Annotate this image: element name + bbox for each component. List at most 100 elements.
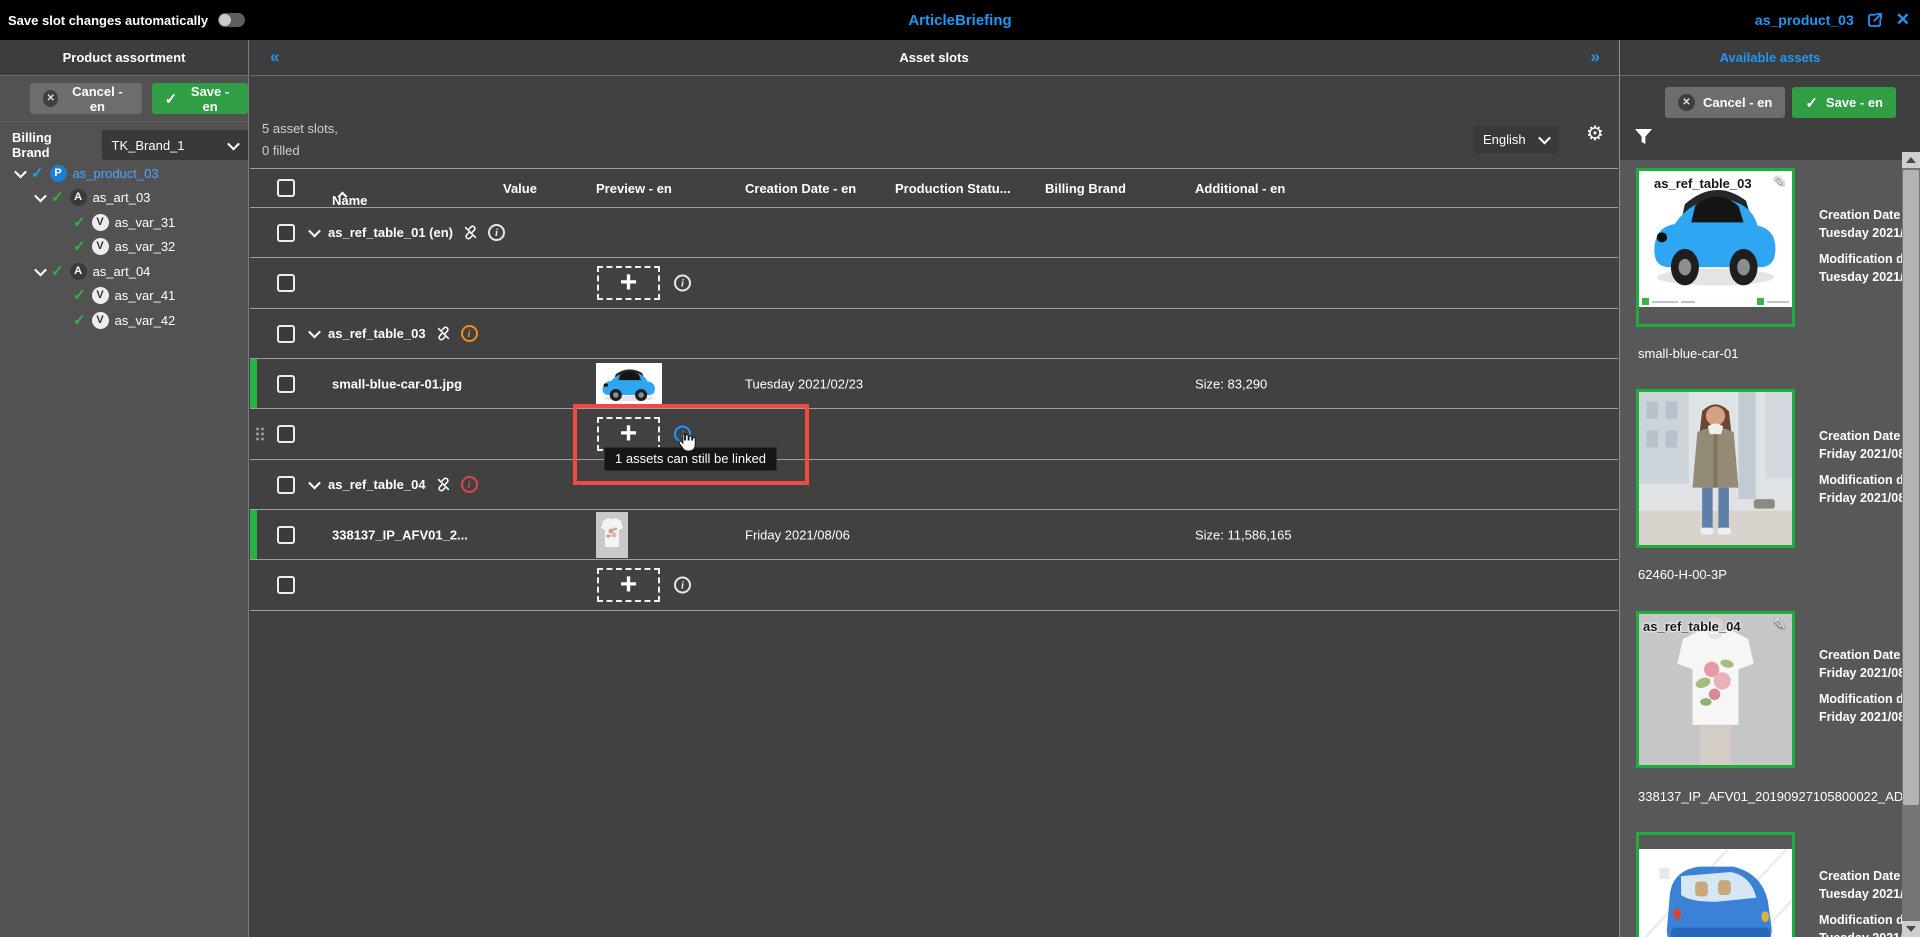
- right-panel-scrollbar[interactable]: [1902, 152, 1920, 937]
- column-header-preview[interactable]: Preview - en: [596, 181, 672, 196]
- chevron-down-icon[interactable]: [308, 326, 321, 339]
- context-product-label: as_product_03: [1755, 12, 1854, 28]
- asset-card-image[interactable]: as_ref_table_03 ✎: [1636, 168, 1795, 327]
- asset-additional-size: Size: 11,586,165: [1195, 527, 1292, 542]
- open-in-new-icon[interactable]: [1866, 11, 1884, 29]
- row-checkbox[interactable]: [277, 325, 295, 343]
- table-row-empty-slot-hovered[interactable]: + i: [250, 409, 1618, 460]
- tshirt-image: [596, 512, 628, 558]
- error-info-icon[interactable]: i: [461, 476, 478, 493]
- chevron-down-icon[interactable]: [34, 263, 47, 276]
- table-row-group[interactable]: as_ref_table_04 i: [250, 460, 1618, 510]
- asset-card-image[interactable]: [1636, 832, 1795, 937]
- expand-panel-icon[interactable]: »: [1591, 47, 1600, 67]
- filter-icon[interactable]: [1634, 128, 1653, 148]
- asset-preview-thumbnail[interactable]: [596, 512, 628, 558]
- row-checkbox[interactable]: [277, 526, 295, 544]
- close-icon[interactable]: ✕: [1896, 10, 1910, 30]
- row-checkbox[interactable]: [277, 476, 295, 494]
- tree-item-variant[interactable]: ✓ V as_var_32: [73, 234, 175, 258]
- collapse-panel-icon[interactable]: «: [270, 47, 279, 67]
- row-checkbox[interactable]: [277, 576, 295, 594]
- table-row-group[interactable]: as_ref_table_03 i: [250, 309, 1618, 359]
- assets-save-button[interactable]: ✓ Save - en: [1792, 87, 1896, 118]
- billing-brand-select[interactable]: TK_Brand_1: [102, 130, 248, 160]
- tree-item-article[interactable]: ✓ A as_art_04: [36, 259, 150, 283]
- scroll-up-arrow[interactable]: [1902, 152, 1920, 168]
- table-row-asset[interactable]: small-blue-car-01.jpg Tuesday 2021/02/23…: [250, 359, 1618, 409]
- row-checkbox[interactable]: [277, 375, 295, 393]
- row-checkbox[interactable]: [277, 224, 295, 242]
- tshirt-image: [1639, 614, 1792, 765]
- warning-info-icon[interactable]: i: [461, 325, 478, 342]
- tree-item-variant[interactable]: ✓ V as_var_31: [73, 210, 175, 234]
- check-icon: ✓: [73, 311, 86, 329]
- column-header-billing-brand[interactable]: Billing Brand: [1045, 181, 1126, 196]
- unlink-icon: [462, 224, 479, 241]
- select-all-checkbox[interactable]: [277, 179, 295, 197]
- add-asset-button[interactable]: +: [597, 417, 660, 451]
- sidebar-cancel-button[interactable]: ✕ Cancel - en: [30, 83, 142, 114]
- add-asset-button[interactable]: +: [597, 568, 660, 602]
- info-icon[interactable]: i: [674, 577, 691, 594]
- language-value: English: [1483, 132, 1526, 147]
- assets-cancel-button[interactable]: ✕ Cancel - en: [1665, 87, 1785, 118]
- table-row-empty-slot[interactable]: + i: [250, 258, 1618, 309]
- edit-pencil-icon[interactable]: ✎: [1773, 172, 1786, 190]
- check-icon: ✓: [73, 237, 86, 255]
- tree-item-product[interactable]: ✓ P as_product_03: [16, 161, 159, 185]
- drag-handle-icon[interactable]: [256, 428, 264, 441]
- column-header-creation-date[interactable]: Creation Date - en: [745, 181, 856, 196]
- row-selected-indicator: [250, 510, 257, 559]
- row-checkbox[interactable]: [277, 274, 295, 292]
- asset-card: Creation Date - en Friday 2021/08/06 Mod…: [1636, 389, 1796, 548]
- chevron-down-icon[interactable]: [308, 477, 321, 490]
- asset-card-caption: small-blue-car-01: [1638, 346, 1738, 361]
- billing-brand-value: TK_Brand_1: [112, 138, 185, 153]
- check-icon: ✓: [51, 188, 64, 206]
- asset-overlay-name: as_ref_table_04: [1643, 619, 1741, 634]
- chevron-down-icon[interactable]: [308, 225, 321, 238]
- chevron-down-icon[interactable]: [14, 165, 27, 178]
- scrollbar-thumb[interactable]: [1903, 170, 1919, 805]
- asset-slots-title: Asset slots: [899, 50, 968, 65]
- asset-card-image[interactable]: as_ref_table_04 ✎: [1636, 611, 1795, 768]
- tree-item-variant[interactable]: ✓ V as_var_41: [73, 283, 175, 307]
- tree-item-variant[interactable]: ✓ V as_var_42: [73, 308, 175, 332]
- column-header-additional[interactable]: Additional - en: [1195, 181, 1285, 196]
- blue-car-image: [596, 363, 662, 405]
- asset-card-caption: 338137_IP_AFV01_20190927105800022_ADP...: [1638, 789, 1920, 804]
- save-check-icon: ✓: [165, 90, 178, 108]
- article-briefing-dialog: Save slot changes automatically ArticleB…: [0, 0, 1920, 937]
- check-icon: ✓: [31, 164, 44, 182]
- info-icon-hovered[interactable]: i: [674, 426, 691, 443]
- tree-item-label: as_var_31: [115, 215, 176, 230]
- tree-item-article[interactable]: ✓ A as_art_03: [36, 185, 150, 209]
- gear-icon[interactable]: ⚙: [1586, 124, 1604, 144]
- table-row-empty-slot[interactable]: + i: [250, 560, 1618, 611]
- table-row-asset[interactable]: 338137_IP_AFV01_2... Friday 2021/08/06 S…: [250, 510, 1618, 560]
- asset-preview-thumbnail[interactable]: [596, 363, 662, 405]
- billing-brand-label: Billing Brand: [12, 130, 93, 160]
- chevron-down-icon[interactable]: [34, 189, 47, 202]
- assets-cancel-label: Cancel - en: [1703, 95, 1772, 110]
- scroll-down-arrow[interactable]: [1902, 921, 1920, 937]
- column-header-production-status[interactable]: Production Statu...: [895, 181, 1011, 196]
- sidebar-save-button[interactable]: ✓ Save - en: [152, 83, 248, 114]
- info-icon[interactable]: i: [674, 275, 691, 292]
- table-row-group[interactable]: as_ref_table_01 (en) i: [250, 208, 1618, 258]
- slot-group-name: as_ref_table_01 (en): [328, 225, 453, 240]
- asset-card-caption: 62460-H-00-3P: [1638, 567, 1727, 582]
- info-icon[interactable]: i: [488, 224, 505, 241]
- row-checkbox[interactable]: [277, 425, 295, 443]
- table-header-row: Name Value Preview - en Creation Date - …: [250, 168, 1618, 208]
- column-header-value[interactable]: Value: [503, 181, 537, 196]
- check-icon: ✓: [73, 213, 86, 231]
- tree-item-label: as_var_42: [115, 313, 176, 328]
- add-asset-button[interactable]: +: [597, 266, 660, 300]
- tree-item-label: as_art_04: [93, 264, 151, 279]
- edit-pencil-icon[interactable]: ✎: [1773, 615, 1786, 633]
- chevron-down-icon: [227, 137, 240, 150]
- language-select[interactable]: English: [1473, 126, 1559, 153]
- asset-card-image[interactable]: [1636, 389, 1795, 548]
